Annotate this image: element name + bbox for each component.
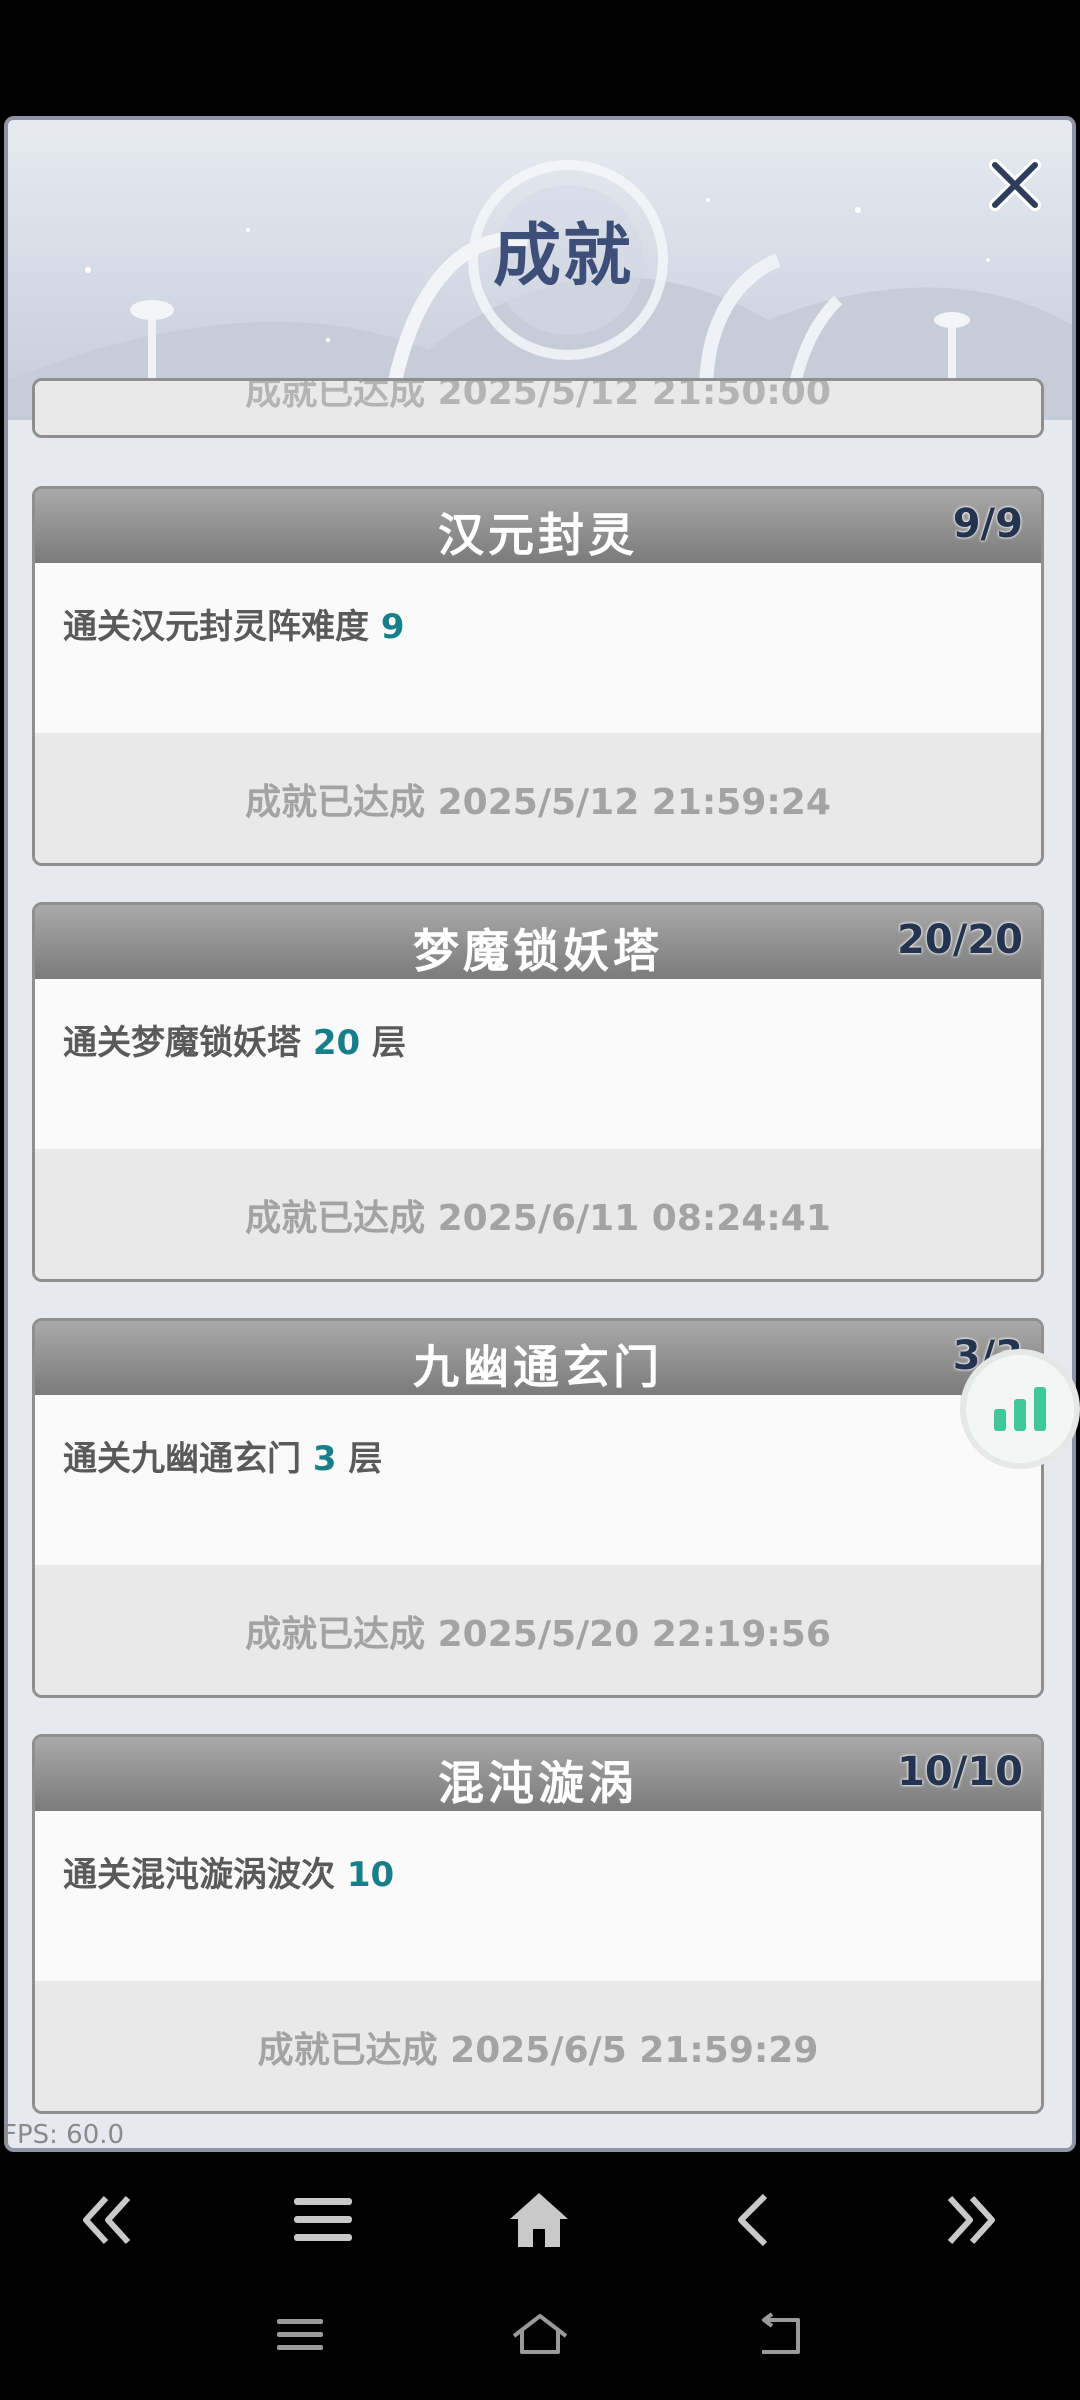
achievement-description: 通关汉元封灵阵难度 9 <box>63 607 405 647</box>
close-button[interactable] <box>980 150 1050 220</box>
back-icon <box>738 2193 768 2247</box>
card-header: 梦魔锁妖塔 20/20 <box>35 905 1041 979</box>
achievement-card[interactable]: 九幽通玄门 3/3 通关九幽通玄门 3 层 成就已达成 2025/5/20 22… <box>32 1318 1044 1698</box>
header-banner: 成就 <box>8 120 1072 420</box>
nav-home-button[interactable] <box>479 2165 599 2275</box>
recent-apps-icon <box>277 2319 323 2350</box>
achievement-count: 20/20 <box>897 917 1023 963</box>
achievement-name: 梦魔锁妖塔 <box>413 924 663 978</box>
card-body: 通关九幽通玄门 3 层 <box>35 1395 1041 1565</box>
card-footer: 成就已达成 2025/6/11 08:24:41 <box>35 1149 1041 1279</box>
achievement-card[interactable]: 汉元封灵 9/9 通关汉元封灵阵难度 9 成就已达成 2025/5/12 21:… <box>32 486 1044 866</box>
system-home-button[interactable] <box>480 2290 600 2380</box>
achievement-status: 成就已达成 2025/5/12 21:50:00 <box>245 378 831 413</box>
card-header: 九幽通玄门 3/3 <box>35 1321 1041 1395</box>
achievement-status: 成就已达成 2025/6/5 21:59:29 <box>257 2030 819 2071</box>
card-body: 通关混沌漩涡波次 10 <box>35 1811 1041 1981</box>
achievement-name: 混沌漩涡 <box>438 1756 638 1810</box>
close-icon <box>989 159 1041 211</box>
achievement-count: 10/10 <box>897 1749 1023 1795</box>
nav-back-button[interactable] <box>695 2165 815 2275</box>
achievement-description: 通关混沌漩涡波次 10 <box>63 1855 395 1895</box>
card-body: 通关梦魔锁妖塔 20 层 <box>35 979 1041 1149</box>
back-arrow-icon <box>762 2312 800 2354</box>
floating-stats-button[interactable] <box>966 1355 1074 1463</box>
achievement-status: 成就已达成 2025/6/11 08:24:41 <box>245 1198 831 1239</box>
card-footer: 成就已达成 2025/5/12 21:59:24 <box>35 733 1041 863</box>
nav-first-button[interactable] <box>48 2165 168 2275</box>
game-nav-bar <box>0 2165 1080 2275</box>
achievement-count: 9/9 <box>952 501 1023 547</box>
fps-counter: FPS: 60.0 <box>2 2120 125 2150</box>
achievement-card[interactable]: 混沌漩涡 10/10 通关混沌漩涡波次 10 成就已达成 2025/6/5 21… <box>32 1734 1044 2114</box>
card-footer: 成就已达成 2025/6/5 21:59:29 <box>35 1981 1041 2111</box>
home-icon <box>510 2193 568 2247</box>
menu-icon <box>294 2198 352 2241</box>
achievement-name: 九幽通玄门 <box>413 1340 663 1394</box>
achievement-status: 成就已达成 2025/5/12 21:59:24 <box>245 782 831 823</box>
achievement-card-partial: 成就已达成 2025/5/12 21:50:00 <box>32 378 1044 438</box>
system-recent-button[interactable] <box>240 2290 360 2380</box>
nav-menu-button[interactable] <box>263 2165 383 2275</box>
home-outline-icon <box>512 2314 568 2354</box>
card-footer: 成就已达成 2025/5/20 22:19:56 <box>35 1565 1041 1695</box>
achievement-description: 通关九幽通玄门 3 层 <box>63 1439 383 1479</box>
double-left-icon <box>83 2195 131 2245</box>
card-header: 混沌漩涡 10/10 <box>35 1737 1041 1811</box>
double-right-icon <box>947 2195 995 2245</box>
card-header: 汉元封灵 9/9 <box>35 489 1041 563</box>
achievement-description: 通关梦魔锁妖塔 20 层 <box>63 1023 407 1063</box>
system-nav-bar <box>0 2290 1080 2380</box>
bar-chart-icon <box>994 1387 1046 1431</box>
nav-last-button[interactable] <box>910 2165 1030 2275</box>
system-back-button[interactable] <box>720 2290 840 2380</box>
page-title: 成就 <box>493 216 634 296</box>
achievement-name: 汉元封灵 <box>438 508 638 562</box>
card-body: 通关汉元封灵阵难度 9 <box>35 563 1041 733</box>
achievement-card[interactable]: 梦魔锁妖塔 20/20 通关梦魔锁妖塔 20 层 成就已达成 2025/6/11… <box>32 902 1044 1282</box>
achievement-status: 成就已达成 2025/5/20 22:19:56 <box>245 1614 831 1655</box>
